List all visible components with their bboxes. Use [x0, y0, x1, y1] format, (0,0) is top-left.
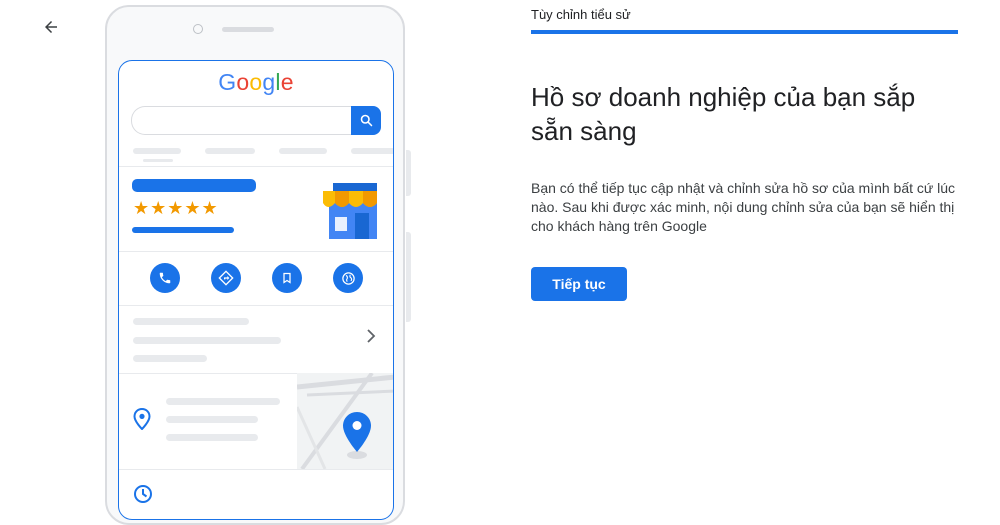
mock-divider — [119, 251, 393, 252]
search-icon — [360, 114, 372, 127]
progress-bar — [531, 30, 958, 34]
continue-button[interactable]: Tiếp tục — [531, 267, 627, 301]
directions-icon — [218, 270, 234, 286]
mock-text-line — [133, 318, 249, 325]
mock-tab-underline — [143, 159, 173, 162]
page-title: Hồ sơ doanh nghiệp của bạn sắp sẵn sàng — [531, 82, 916, 146]
bookmark-icon — [283, 272, 291, 284]
rating-stars: ★★★★★ — [133, 198, 219, 218]
phone-icon — [159, 272, 171, 284]
phone-speaker — [222, 27, 274, 32]
back-button[interactable] — [38, 14, 64, 40]
mock-map — [297, 373, 393, 469]
mock-category — [132, 227, 234, 233]
google-logo: Google — [218, 69, 294, 95]
phone-camera — [193, 24, 203, 34]
mock-text-line — [166, 434, 258, 441]
chevron-right-icon — [367, 329, 376, 343]
store-icon — [323, 183, 377, 239]
step-title: Tùy chỉnh tiểu sử — [531, 7, 631, 22]
mock-tab — [133, 148, 181, 154]
mock-text-line — [166, 416, 258, 423]
mock-divider — [119, 305, 393, 306]
mock-search-button — [351, 106, 381, 135]
mock-divider — [119, 469, 393, 470]
mock-text-line — [133, 337, 281, 344]
page-description: Bạn có thể tiếp tục cập nhật và chỉnh sử… — [531, 180, 956, 234]
mock-text-line — [133, 355, 207, 362]
mock-divider — [119, 166, 393, 167]
clock-icon — [134, 485, 152, 503]
phone-side-button — [406, 150, 411, 196]
mock-tab — [279, 148, 327, 154]
mock-call-button — [150, 263, 180, 293]
mock-tab — [351, 148, 393, 154]
arrow-back-icon — [45, 21, 57, 33]
website-icon — [341, 271, 355, 285]
phone-side-button — [406, 232, 411, 322]
mock-search-box — [131, 106, 351, 135]
mock-text-line — [166, 398, 280, 405]
mock-business-name — [132, 179, 256, 192]
map-pin-icon — [343, 412, 371, 452]
location-pin-icon — [133, 408, 151, 430]
mock-website-button — [333, 263, 363, 293]
mock-save-button — [272, 263, 302, 293]
phone-screen: Google ★★★★★ — [118, 60, 394, 520]
mock-directions-button — [211, 263, 241, 293]
mock-tab — [205, 148, 255, 154]
